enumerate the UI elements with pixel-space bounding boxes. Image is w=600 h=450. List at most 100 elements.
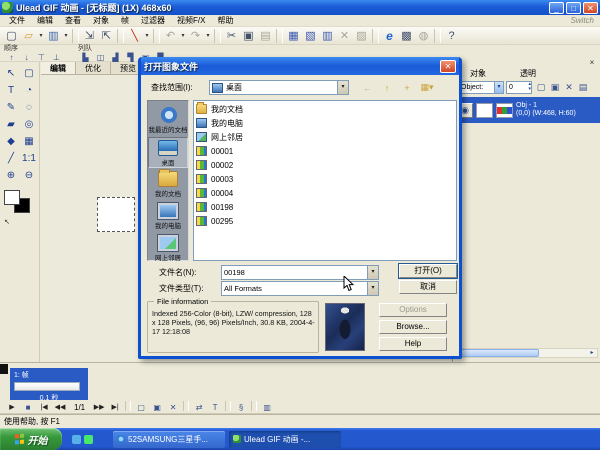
move-to-bottom-button[interactable]: ⊥	[49, 52, 64, 62]
duplicate-object-button[interactable]: ▣	[548, 81, 562, 94]
close-button[interactable]: ✕	[583, 2, 598, 14]
frame-1-cell[interactable]: 1: 帧 0.1 秒	[10, 368, 88, 400]
file-type-combo[interactable]: All Formats ▾	[221, 281, 379, 296]
zoom-out-tool[interactable]: ⊖	[20, 167, 38, 184]
pick-tool[interactable]: ↖	[2, 65, 20, 82]
scrollbar-thumb[interactable]	[461, 349, 539, 357]
combo-arrow-icon[interactable]: ▾	[367, 282, 378, 295]
actual-size-tool[interactable]: 1:1	[20, 150, 38, 167]
paint-tool[interactable]: ✎	[2, 99, 20, 116]
redo-button[interactable]: ↷	[187, 28, 204, 44]
context-help-button[interactable]: ?	[443, 28, 460, 44]
reverse-frames-button[interactable]: §	[233, 401, 249, 413]
cut-button[interactable]: ✂	[223, 28, 240, 44]
delete-object-toolbar-button[interactable]: ✕	[336, 28, 353, 44]
object-panel-hscrollbar[interactable]: ▸	[458, 348, 598, 358]
text-banner-button[interactable]: T	[207, 401, 223, 413]
menu-item[interactable]: 视频F/X	[171, 15, 211, 26]
foreground-color-swatch[interactable]	[4, 190, 20, 205]
export-image-button[interactable]: ⇱	[98, 28, 115, 44]
menu-item[interactable]: 编辑	[31, 15, 59, 26]
back-button[interactable]: ←	[359, 81, 375, 95]
swap-colors-icon[interactable]: ↖	[4, 218, 10, 226]
move-up-button[interactable]: ↑	[4, 52, 19, 62]
dialog-close-button[interactable]: ✕	[440, 60, 456, 73]
quick-launch-1[interactable]	[72, 435, 81, 444]
up-one-level-button[interactable]: ↑	[379, 81, 395, 95]
file-row[interactable]: 我的文档	[196, 102, 456, 116]
taskbar-task[interactable]: 52SAMSUNG三星手...	[113, 431, 225, 448]
stop-button[interactable]: ■	[20, 401, 36, 413]
undo-button[interactable]: ↶	[162, 28, 179, 44]
preview-in-browser-button[interactable]: e	[381, 28, 398, 44]
new-object-button[interactable]: ▢	[534, 81, 548, 94]
menu-item[interactable]: 过滤器	[135, 15, 171, 26]
open-dropdown[interactable]: ▾	[37, 28, 45, 44]
menu-item[interactable]: 帮助	[211, 15, 239, 26]
duplicate-frame-button[interactable]: ▣	[149, 401, 165, 413]
browse-button[interactable]: Browse...	[379, 320, 447, 334]
export-frames-button[interactable]: ▥	[259, 401, 275, 413]
file-row[interactable]: 00003	[196, 172, 456, 186]
restore-button[interactable]: □	[566, 2, 581, 14]
transparency-spinner[interactable]: 0 ▴▾	[506, 81, 532, 94]
fill-tool[interactable]: ◆	[2, 133, 20, 150]
menu-item[interactable]: 帧	[115, 15, 135, 26]
duplicate-object-toolbar-button[interactable]: ▥	[319, 28, 336, 44]
eyedropper-tool[interactable]: ╱	[2, 150, 20, 167]
add-image-button[interactable]: ▦	[285, 28, 302, 44]
export-video-button[interactable]: ▩	[398, 28, 415, 44]
crop-tool[interactable]: ▦	[20, 133, 38, 150]
align-left-button[interactable]: ▙	[78, 52, 93, 62]
undo-dropdown[interactable]: ▾	[179, 28, 187, 44]
object-row[interactable]: ◉ Obj - 1 (0,0) (W:468, H:60)	[454, 97, 600, 123]
move-to-top-button[interactable]: ⊤	[34, 52, 49, 62]
align-center-button[interactable]: ◫	[93, 52, 108, 62]
view-menu-button[interactable]: ▦▾	[419, 81, 435, 95]
prev-frame-button[interactable]: ◀◀	[52, 401, 68, 413]
look-in-combo[interactable]: 桌面 ▾	[209, 80, 349, 95]
open-button[interactable]: 打开(O)	[399, 264, 457, 278]
save-button[interactable]: ▥	[45, 28, 62, 44]
redo-dropdown[interactable]: ▾	[204, 28, 212, 44]
file-row[interactable]: 00001	[196, 144, 456, 158]
lasso-tool[interactable]: ◌	[20, 99, 38, 116]
add-text-button[interactable]: ▧	[302, 28, 319, 44]
help-button[interactable]: Help	[379, 337, 447, 351]
cancel-button[interactable]: 取消	[399, 280, 457, 294]
scrollbar-right-arrow-icon[interactable]: ▸	[587, 349, 597, 357]
tween-button[interactable]: ⇄	[191, 401, 207, 413]
combo-arrow-icon[interactable]: ▾	[337, 81, 348, 94]
optimize-button[interactable]: ▨	[353, 28, 370, 44]
file-row[interactable]: 00198	[196, 200, 456, 214]
quick-launch-3[interactable]	[96, 435, 105, 444]
object-select-combo[interactable]: Object: ▾	[458, 81, 504, 94]
palette-thumbnail[interactable]	[496, 103, 513, 118]
place-my-documents[interactable]: 我的文档	[148, 169, 188, 200]
file-row[interactable]: 网上邻居	[196, 130, 456, 144]
combo-arrow-icon[interactable]: ▾	[367, 266, 378, 279]
move-down-button[interactable]: ↓	[19, 52, 34, 62]
canvas-selection[interactable]	[97, 197, 135, 232]
mode-tab[interactable]: 编辑	[41, 62, 76, 74]
file-row[interactable]: 我的电脑	[196, 116, 456, 130]
last-frame-button[interactable]: ▶|	[107, 401, 123, 413]
delete-object-button[interactable]: ✕	[562, 81, 576, 94]
play-button[interactable]: ▶	[4, 401, 20, 413]
add-frame-button[interactable]: ▢	[133, 401, 149, 413]
file-row[interactable]: 00002	[196, 158, 456, 172]
eraser-tool[interactable]: ▰	[2, 116, 20, 133]
start-button[interactable]: 开始	[0, 428, 62, 450]
file-row[interactable]: 00004	[196, 186, 456, 200]
file-name-combo[interactable]: 00198 ▾	[221, 265, 379, 280]
align-right-button[interactable]: ▟	[108, 52, 123, 62]
menu-item[interactable]: 对象	[87, 15, 115, 26]
taskbar-task[interactable]: Ulead GIF 动画 -...	[229, 431, 341, 448]
combo-arrow-icon[interactable]: ▾	[494, 82, 503, 93]
text-tool[interactable]: T	[2, 82, 20, 99]
copy-button[interactable]: ▣	[240, 28, 257, 44]
place-desktop[interactable]: 桌面	[148, 137, 188, 168]
save-dropdown[interactable]: ▾	[62, 28, 70, 44]
new-folder-button[interactable]: +	[399, 81, 415, 95]
place-network[interactable]: 网上邻居	[148, 233, 188, 264]
